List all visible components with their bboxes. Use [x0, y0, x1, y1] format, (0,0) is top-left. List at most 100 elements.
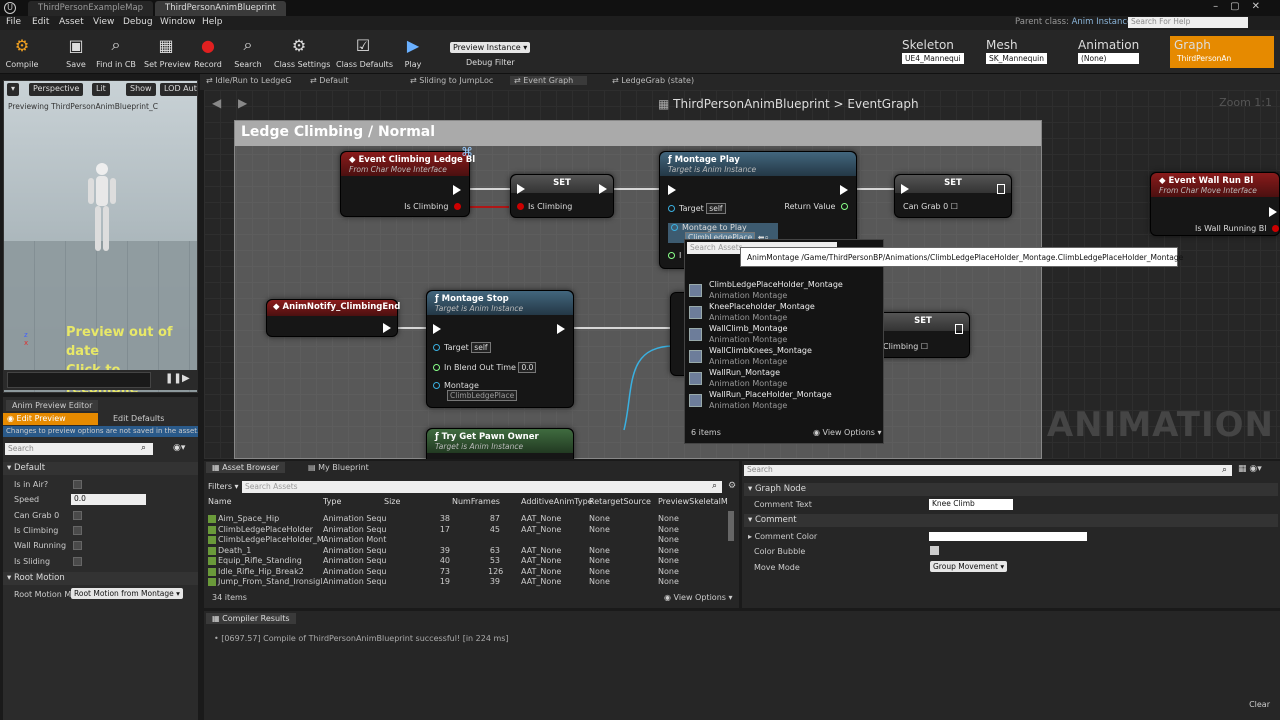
col-preview[interactable]: PreviewSkeletalM [658, 497, 728, 506]
asset-item[interactable]: WallClimbKnees_Montage Animation Montage [689, 346, 879, 368]
node-event-climbing[interactable]: ◆ Event Climbing Ledge Bl From Char Move … [340, 151, 475, 217]
menu-view[interactable]: View [93, 17, 114, 27]
exec-out-pin[interactable] [557, 324, 565, 334]
anim-preview-tab[interactable]: Anim Preview Editor [6, 400, 99, 411]
lod-button[interactable]: LOD Auto [160, 83, 197, 96]
asset-item[interactable]: WallRun_PlaceHolder_Montage Animation Mon… [689, 390, 879, 412]
default-category[interactable]: ▾ Default [3, 462, 198, 475]
col-size[interactable]: Size [384, 497, 400, 506]
help-search-input[interactable]: Search For Help [1128, 17, 1248, 28]
pin-climbing[interactable]: Climbing ☐ [883, 342, 928, 351]
menu-help[interactable]: Help [202, 17, 223, 27]
clear-button[interactable]: Clear [1249, 700, 1270, 709]
is-in-air-checkbox[interactable] [73, 480, 82, 489]
table-row[interactable]: ClimbLedgePlaceHolder Animation Sequ 17 45 A… [208, 525, 728, 536]
mode-mesh-value[interactable]: SK_Mannequin [986, 53, 1047, 64]
speed-field[interactable]: 0.0 [71, 494, 146, 505]
table-row[interactable]: Death_1 Animation Sequ 39 63 AAT_None None Non… [208, 546, 728, 557]
pin-blend-out[interactable]: In Blend Out Time 0.0 [433, 362, 537, 373]
details-search-input[interactable]: Search [5, 443, 153, 455]
pin-i[interactable]: I [668, 251, 681, 260]
tab-ledgegrab[interactable]: ⇄ LedgeGrab (state) [612, 76, 694, 85]
pin-target[interactable]: Target self [433, 342, 491, 353]
root-motion-category[interactable]: ▾ Root Motion [3, 572, 198, 585]
pause-icon[interactable]: ❚❚ [165, 373, 182, 384]
node-set-climbing-2[interactable]: SET Climbing ☐ [876, 312, 970, 358]
menu-edit[interactable]: Edit [32, 17, 49, 27]
asset-item[interactable]: WallClimb_Montage Animation Montage [689, 324, 879, 346]
menu-file[interactable]: File [6, 17, 21, 27]
grid-view-icon[interactable]: ▦ ◉▾ [1238, 464, 1262, 474]
play-forward-icon[interactable]: ▶ [182, 373, 190, 384]
comment-color-swatch[interactable] [929, 532, 1087, 541]
window-controls[interactable]: –▢✕ [1213, 1, 1272, 12]
view-options-button[interactable]: ◉ View Options ▾ [813, 428, 882, 437]
exec-out-pin[interactable] [840, 185, 848, 195]
menu-asset[interactable]: Asset [59, 17, 84, 27]
my-blueprint-tab[interactable]: ▤ My Blueprint [308, 463, 369, 472]
edit-preview-tab[interactable]: ◉ Edit Preview [3, 413, 98, 425]
options-icon[interactable]: ⚙ [728, 481, 736, 491]
exec-in-pin[interactable] [433, 324, 441, 334]
asset-item[interactable]: ClimbLedgePlaceHolder_Montage Animation M… [689, 280, 879, 302]
table-row[interactable]: Aim_Space_Hip Animation Sequ 38 87 AAT_None N… [208, 514, 728, 525]
viewport-options-button[interactable]: ▾ [7, 83, 20, 96]
comment-text-field[interactable]: Knee Climb [929, 499, 1013, 510]
exec-out-pin[interactable] [383, 323, 391, 333]
play-button[interactable]: ▶ Play [391, 32, 435, 72]
preview-viewport[interactable]: ▾ Perspective Lit Show LOD Auto Previewi… [3, 80, 198, 393]
col-additive[interactable]: AdditiveAnimType [521, 497, 593, 506]
class-settings-button[interactable]: ⚙ Class Settings [274, 32, 330, 72]
pin-default-value[interactable]: 0.0 [518, 362, 537, 373]
asset-item[interactable]: KneePlaceholder_Montage Animation Montage [689, 302, 879, 324]
node-event-wall-run[interactable]: ◆ Event Wall Run Bl From Char Move Interf… [1150, 172, 1280, 236]
table-row[interactable]: Equip_Rifle_Standing Animation Sequ 40 53 AA… [208, 556, 728, 567]
tab-default[interactable]: ⇄ Default [310, 76, 348, 85]
save-button[interactable]: ▣ Save [54, 32, 98, 72]
class-defaults-button[interactable]: ☑ Class Defaults [336, 32, 393, 72]
table-row[interactable]: Idle_Rifle_Hip_Break2 Animation Sequ 73 126… [208, 567, 728, 578]
graph-node-category[interactable]: ▾ Graph Node [744, 483, 1278, 496]
asset-item[interactable]: WallRun_Montage Animation Montage [689, 368, 879, 390]
node-set-can-grab[interactable]: SET Can Grab 0 ☐ [894, 174, 1012, 218]
table-row[interactable]: ClimbLedgePlaceHolder_M Animation Mont Non… [208, 535, 728, 546]
edit-defaults-tab[interactable]: Edit Defaults [113, 414, 164, 423]
node-try-get-pawn-owner[interactable]: ƒ Try Get Pawn Owner Target is Anim Insta… [426, 428, 574, 459]
exec-in-pin[interactable] [668, 185, 676, 195]
pin-return-value[interactable]: Return Value [784, 202, 848, 211]
event-graph-canvas[interactable]: ◀ ▶ ▦ ThirdPersonAnimBlueprint > EventGr… [204, 90, 1280, 459]
wall-running-checkbox[interactable] [73, 541, 82, 550]
compiler-results-tab[interactable]: ▦ Compiler Results [206, 613, 296, 624]
pin-target[interactable]: Target self [668, 203, 726, 214]
mode-graph[interactable]: Graph ThirdPersonAn [1170, 36, 1274, 68]
asset-picker-dropdown[interactable]: Search Assets ClimbLedgePlaceHolder_Mont… [684, 239, 884, 444]
exec-in-pin[interactable] [901, 184, 909, 194]
exec-out-pin[interactable] [453, 185, 461, 195]
node-montage-stop[interactable]: ƒ Montage Stop Target is Anim Instance Ta… [426, 290, 574, 408]
details-search[interactable]: Search [744, 465, 1232, 476]
record-button[interactable]: ● Record [186, 32, 230, 72]
is-sliding-checkbox[interactable] [73, 557, 82, 566]
pin-is-climbing[interactable]: Is Climbing [517, 202, 572, 211]
checkbox-icon[interactable]: ☐ [921, 342, 928, 351]
preview-instance-dropdown[interactable]: Preview Instance ▾ [450, 42, 531, 53]
col-retarget[interactable]: RetargetSource [589, 497, 651, 506]
can-grab-checkbox[interactable] [73, 511, 82, 520]
pin-can-grab[interactable]: Can Grab 0 ☐ [903, 202, 958, 211]
move-mode-dropdown[interactable]: Group Movement ▾ [930, 561, 1008, 572]
mode-animation[interactable]: Animation (None) [1078, 38, 1140, 66]
col-name[interactable]: Name [208, 497, 232, 506]
lit-button[interactable]: Lit [92, 83, 110, 96]
view-options-button[interactable]: ◉ View Options ▾ [664, 593, 733, 602]
doc-tab-anim-bp[interactable]: ThirdPersonAnimBlueprint [155, 1, 286, 16]
is-climbing-checkbox[interactable] [73, 526, 82, 535]
tab-idle-run[interactable]: ⇄ Idle/Run to LedgeG [206, 76, 292, 85]
menu-window[interactable]: Window [160, 17, 196, 27]
node-animnotify[interactable]: ◆ AnimNotify_ClimbingEnd [266, 299, 400, 337]
asset-browser-tab[interactable]: ▦ Asset Browser [206, 462, 285, 473]
col-type[interactable]: Type [323, 497, 341, 506]
color-bubble-checkbox[interactable] [930, 546, 939, 555]
pin-is-wall-running[interactable]: Is Wall Running Bl [1195, 224, 1279, 233]
doc-tab-map[interactable]: ThirdPersonExampleMap [28, 1, 154, 16]
show-button[interactable]: Show [126, 83, 156, 96]
